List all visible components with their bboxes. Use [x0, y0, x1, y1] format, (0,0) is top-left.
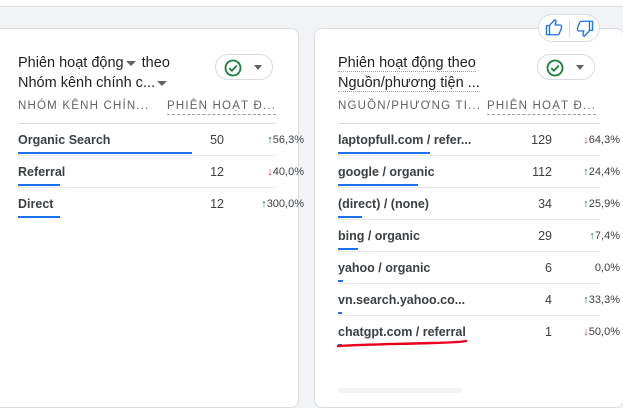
thumbs-up-icon[interactable] — [545, 19, 563, 37]
row-change: ↑24,4% — [560, 166, 620, 178]
red-underline-annotation — [336, 339, 468, 348]
card-title[interactable]: Phiên hoạt động theo Nhóm kênh chính c..… — [18, 53, 170, 93]
table-row[interactable]: vn.search.yahoo.co... 4 ↑33,3% — [338, 284, 620, 316]
row-value: 12 — [210, 197, 224, 211]
row-label[interactable]: (direct) / (none) — [338, 197, 429, 211]
row-change: ↓50,0% — [560, 326, 620, 338]
row-change: ↑56,3% — [244, 134, 304, 146]
share-bar — [338, 184, 418, 186]
column-header-dimension[interactable]: NGUỒN/PHƯƠNG TI... — [338, 100, 481, 112]
row-value: 129 — [531, 133, 552, 147]
title-line-2[interactable]: Nguồn/phương tiện ... — [338, 75, 480, 92]
row-label[interactable]: google / organic — [338, 165, 435, 179]
card-title[interactable]: Phiên hoạt động theo Nguồn/phương tiện .… — [338, 53, 480, 93]
table-row[interactable]: (direct) / (none) 34 ↑25,9% — [338, 188, 620, 220]
share-bar — [338, 152, 430, 154]
column-header-metric[interactable]: PHIÊN HOẠT Đ... — [167, 100, 277, 115]
title-connector: theo — [141, 55, 170, 71]
row-value: 29 — [538, 229, 552, 243]
table-row[interactable]: google / organic 112 ↑24,4% — [338, 156, 620, 188]
share-bar — [18, 184, 60, 186]
row-change: ↓64,3% — [560, 134, 620, 146]
dimension-dropdown-icon[interactable] — [157, 80, 168, 86]
status-button[interactable] — [215, 54, 273, 80]
feedback-divider — [569, 20, 570, 37]
table-row[interactable]: bing / organic 29 ↑7,4% — [338, 220, 620, 252]
row-value: 4 — [545, 293, 552, 307]
check-circle-icon — [546, 59, 564, 77]
row-label[interactable]: Organic Search — [18, 133, 110, 147]
share-bar — [18, 216, 60, 218]
change-percent: 300,0% — [266, 198, 304, 210]
row-change: 0,0% — [560, 262, 620, 274]
share-bar — [338, 248, 358, 250]
row-value: 6 — [545, 261, 552, 275]
metric-selector[interactable]: Phiên hoạt động — [18, 55, 138, 71]
change-percent: 0,0% — [594, 262, 620, 274]
change-percent: 33,3% — [588, 294, 620, 306]
status-button[interactable] — [537, 54, 595, 80]
row-change: ↑33,3% — [560, 294, 620, 306]
top-toolbar-edge — [0, 0, 623, 7]
share-bar — [338, 280, 343, 282]
source-medium-card: Phiên hoạt động theo Nguồn/phương tiện .… — [314, 28, 623, 408]
table-row[interactable]: Referral 12 ↓40,0% — [18, 156, 304, 188]
table-row[interactable]: Organic Search 50 ↑56,3% — [18, 124, 304, 156]
row-change: ↑7,4% — [560, 230, 620, 242]
row-change: ↑300,0% — [244, 198, 304, 210]
row-label[interactable]: chatgpt.com / referral — [338, 325, 466, 339]
change-percent: 7,4% — [594, 230, 620, 242]
row-label[interactable]: yahoo / organic — [338, 261, 430, 275]
row-change: ↓40,0% — [244, 166, 304, 178]
share-bar — [338, 312, 342, 314]
feedback-buttons — [538, 14, 600, 42]
chevron-down-icon — [254, 65, 262, 70]
row-value: 50 — [210, 133, 224, 147]
change-percent: 50,0% — [588, 326, 620, 338]
loading-placeholder — [338, 388, 462, 393]
dimension-selector[interactable]: Nhóm kênh chính c... — [18, 75, 169, 91]
thumbs-down-icon[interactable] — [576, 19, 594, 37]
chevron-down-icon — [576, 65, 584, 70]
row-label[interactable]: laptopfull.com / refer... — [338, 133, 471, 147]
row-label[interactable]: Direct — [18, 197, 53, 211]
row-change: ↑25,9% — [560, 198, 620, 210]
change-percent: 25,9% — [588, 198, 620, 210]
column-header-metric[interactable]: PHIÊN HOẠT Đ... — [487, 100, 597, 115]
row-label[interactable]: Referral — [18, 165, 65, 179]
share-bar — [338, 216, 362, 218]
change-percent: 40,0% — [272, 166, 304, 178]
table-row[interactable]: yahoo / organic 6 0,0% — [338, 252, 620, 284]
row-label[interactable]: bing / organic — [338, 229, 420, 243]
channel-group-card: Phiên hoạt động theo Nhóm kênh chính c..… — [0, 28, 304, 408]
table-row[interactable]: laptopfull.com / refer... 129 ↓64,3% — [338, 124, 620, 156]
row-value: 12 — [210, 165, 224, 179]
title-line-1[interactable]: Phiên hoạt động theo — [338, 55, 476, 72]
table-row[interactable]: Direct 12 ↑300,0% — [18, 188, 304, 220]
row-value: 1 — [545, 325, 552, 339]
check-circle-icon — [224, 59, 242, 77]
change-percent: 56,3% — [272, 134, 304, 146]
row-value: 34 — [538, 197, 552, 211]
column-header-dimension[interactable]: NHÓM KÊNH CHÍN... — [18, 100, 150, 112]
change-percent: 24,4% — [588, 166, 620, 178]
row-value: 112 — [532, 165, 552, 179]
metric-dropdown-icon[interactable] — [125, 60, 136, 66]
share-bar — [18, 152, 192, 154]
change-percent: 64,3% — [588, 134, 620, 146]
row-label[interactable]: vn.search.yahoo.co... — [338, 293, 465, 307]
